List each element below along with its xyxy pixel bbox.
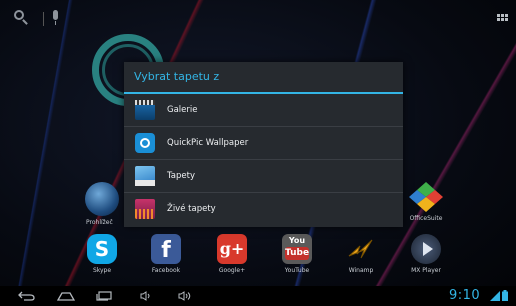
back-icon[interactable] (18, 291, 36, 301)
wallpaper-chooser-dialog: Vybrat tapetu z Galerie QuickPic Wallpap… (124, 62, 403, 227)
mxplayer-icon (411, 234, 441, 264)
officesuite-icon (409, 182, 443, 212)
dialog-title: Vybrat tapetu z (124, 62, 403, 94)
signal-icon (490, 291, 500, 301)
home-icon[interactable] (57, 290, 75, 301)
dock-item-facebook[interactable]: f Facebook (136, 234, 196, 274)
divider (43, 12, 44, 26)
dialog-item-quickpic[interactable]: QuickPic Wallpaper (124, 127, 403, 160)
dialog-item-wallpapers[interactable]: Tapety (124, 160, 403, 193)
dock-label: Winamp (348, 267, 374, 274)
volume-up-icon[interactable] (178, 291, 194, 301)
youtube-icon: You Tube (282, 234, 312, 264)
youtube-glyph-bottom: Tube (285, 247, 310, 260)
skype-icon: S (87, 234, 117, 264)
voice-search-icon[interactable] (53, 10, 58, 25)
dialog-item-label: Tapety (167, 171, 195, 181)
volume-down-icon[interactable] (140, 291, 152, 301)
dock-label: Google+ (218, 267, 246, 274)
all-apps-icon[interactable] (497, 14, 509, 24)
live-wallpapers-icon (135, 199, 155, 219)
googleplus-icon: g+ (217, 234, 247, 264)
dialog-item-label: Galerie (167, 105, 198, 115)
dock-label: Facebook (151, 267, 181, 274)
youtube-glyph-top: You (288, 236, 306, 245)
dialog-item-live-wallpapers[interactable]: Živé tapety (124, 193, 403, 225)
facebook-icon: f (151, 234, 181, 264)
top-search-bar (0, 0, 516, 38)
status-clock[interactable]: 9:10 (449, 286, 480, 306)
browser-shortcut[interactable]: Prohlížeč (72, 182, 132, 226)
dock-label: Skype (92, 267, 112, 274)
dialog-item-gallery[interactable]: Galerie (124, 94, 403, 127)
wallpapers-icon (135, 166, 155, 186)
officesuite-shortcut[interactable]: OfficeSuite (396, 182, 456, 222)
quickpic-icon (135, 133, 155, 153)
dock-label: YouTube (284, 267, 310, 274)
shortcut-label: OfficeSuite (409, 215, 443, 222)
dialog-item-label: QuickPic Wallpaper (167, 138, 249, 148)
dock-item-winamp[interactable]: Winamp (331, 234, 391, 274)
winamp-icon (346, 234, 376, 264)
system-navigation-bar (0, 286, 516, 306)
gallery-icon (135, 100, 155, 120)
battery-icon (502, 290, 508, 301)
dock-item-skype[interactable]: S Skype (72, 234, 132, 274)
dock-item-mxplayer[interactable]: MX Player (396, 234, 456, 274)
globe-icon (85, 182, 119, 216)
home-screen: Prohlížeč OfficeSuite S Skype f Facebook… (0, 0, 516, 306)
dialog-item-label: Živé tapety (167, 204, 216, 214)
recent-apps-icon[interactable] (96, 291, 112, 301)
dock-item-youtube[interactable]: You Tube YouTube (267, 234, 327, 274)
dock-label: MX Player (411, 267, 441, 274)
search-icon[interactable] (14, 10, 24, 20)
dock-item-googleplus[interactable]: g+ Google+ (202, 234, 262, 274)
